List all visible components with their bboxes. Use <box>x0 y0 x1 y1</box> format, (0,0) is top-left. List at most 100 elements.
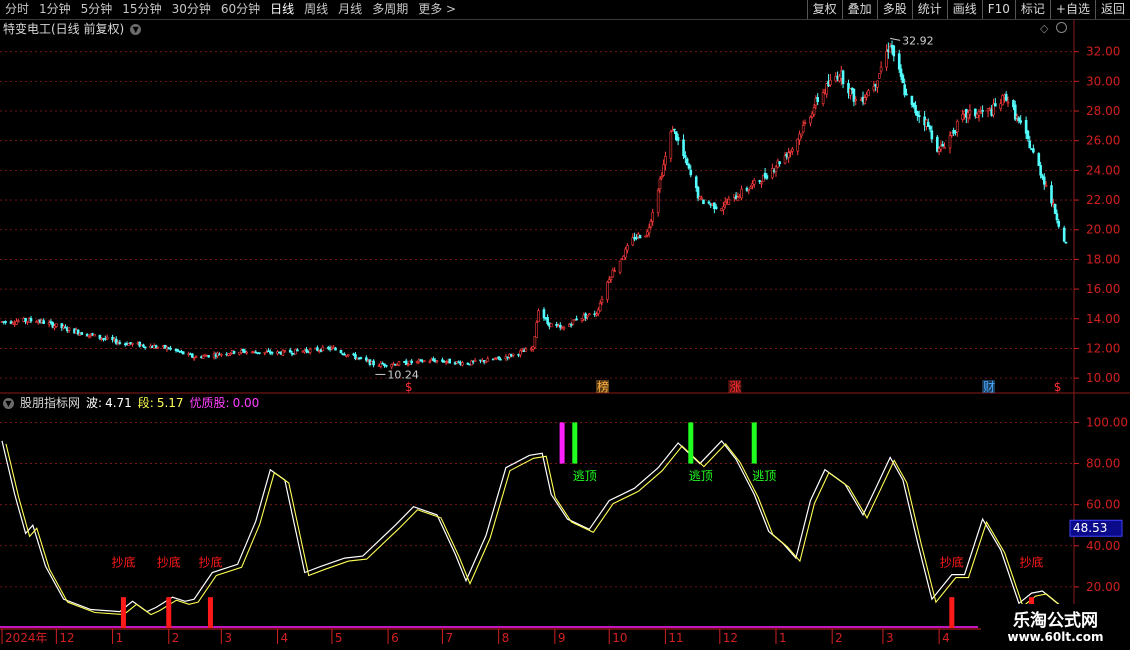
candle-body <box>955 121 959 133</box>
candle-body <box>727 198 731 205</box>
tab-9[interactable]: 多周期 <box>367 0 413 19</box>
candle-body <box>760 182 763 185</box>
tab-10[interactable]: 更多 > <box>413 0 461 19</box>
toolbar-button-4[interactable]: 画线 <box>946 0 982 19</box>
tab-6[interactable]: 日线 <box>265 0 299 19</box>
candle-body <box>660 176 664 179</box>
candle-body <box>533 336 537 348</box>
candle-body <box>575 318 578 321</box>
time-tick-label: 2 <box>835 631 843 645</box>
candle-body <box>943 147 946 149</box>
buy-signal-label: 抄底 <box>157 554 181 569</box>
candle-body <box>618 260 622 273</box>
indicator-tick-label: 60.00 <box>1086 498 1120 512</box>
candle-body <box>191 353 194 358</box>
toolbar-button-3[interactable]: 统计 <box>911 0 947 19</box>
event-marker: 榜 <box>597 379 609 394</box>
candle-body <box>587 313 591 316</box>
candle-body <box>939 145 943 150</box>
candle-body <box>801 125 805 133</box>
candle-body <box>892 45 896 57</box>
price-tick-label: 28.00 <box>1086 104 1120 118</box>
candle-body <box>283 350 287 352</box>
tab-1[interactable]: 1分钟 <box>34 0 76 19</box>
candle-body <box>917 115 921 118</box>
candle-body <box>17 320 20 323</box>
candle-body <box>979 112 983 114</box>
candle-body <box>626 245 629 251</box>
candle-body <box>664 155 667 166</box>
candle-body <box>1004 94 1008 101</box>
indicator-tick-label: 100.00 <box>1086 415 1128 429</box>
sell-signal-label: 逃顶 <box>573 469 597 483</box>
candle-body <box>131 343 134 345</box>
candle-body <box>308 348 312 353</box>
candle-body <box>537 310 540 322</box>
tab-8[interactable]: 月线 <box>333 0 367 19</box>
candle-body <box>346 354 350 356</box>
candle-body <box>722 206 725 211</box>
candle-body <box>613 270 616 272</box>
price-tick-label: 10.00 <box>1086 371 1120 385</box>
candle-body <box>765 175 769 179</box>
candle-body <box>321 346 325 352</box>
toolbar-button-7[interactable]: +自选 <box>1049 0 1095 19</box>
candle-body <box>1044 184 1048 187</box>
tab-7[interactable]: 周线 <box>299 0 333 19</box>
candle-body <box>749 186 752 189</box>
candle-body <box>1019 120 1022 123</box>
time-tick-label: 3 <box>886 631 894 645</box>
candle-body <box>816 96 819 102</box>
tab-3[interactable]: 15分钟 <box>117 0 166 19</box>
buy-signal-bar <box>166 597 172 628</box>
indicator-tick-label: 20.00 <box>1086 580 1120 594</box>
price-tick-label: 26.00 <box>1086 134 1120 148</box>
price-tick-label: 32.00 <box>1086 45 1120 59</box>
candle-body <box>586 315 589 318</box>
candle-body <box>359 357 363 359</box>
candle-body <box>1055 213 1059 221</box>
candle-body <box>600 298 604 303</box>
buy-signal-bar <box>949 597 955 628</box>
candle-body <box>1032 148 1035 153</box>
candle-body <box>644 235 647 238</box>
candle-body <box>435 360 439 362</box>
toolbar-button-2[interactable]: 多股 <box>876 0 912 19</box>
candle-body <box>658 178 662 190</box>
price-tick-label: 16.00 <box>1086 282 1120 296</box>
toolbar-button-1[interactable]: 叠加 <box>841 0 877 19</box>
candle-body <box>740 188 743 199</box>
toolbar-button-0[interactable]: 复权 <box>806 0 842 19</box>
tab-4[interactable]: 30分钟 <box>167 0 216 19</box>
candle-body <box>669 131 673 159</box>
candle-body <box>863 97 867 104</box>
candle-body <box>444 361 448 364</box>
buy-signal-bar <box>207 597 213 628</box>
candle-body <box>1026 130 1030 140</box>
price-tick-label: 30.00 <box>1086 74 1120 88</box>
candle-body <box>867 90 870 97</box>
watermark-url: www.60lt.com <box>1007 630 1104 644</box>
candle-body <box>258 352 261 354</box>
buy-signal-label: 抄底 <box>198 554 222 569</box>
candle-body <box>98 334 102 339</box>
candle-body <box>397 361 401 366</box>
candle-body <box>1028 140 1032 149</box>
candlestick-series: 32.92 10.24 <box>0 34 1068 381</box>
candle-body <box>897 53 901 70</box>
tab-2[interactable]: 5分钟 <box>76 0 118 19</box>
toolbar-button-8[interactable]: 返回 <box>1094 0 1130 19</box>
candle-body <box>1064 241 1068 244</box>
candle-body <box>384 365 388 367</box>
candle-body <box>542 309 546 319</box>
sell-signal-label: 逃顶 <box>689 469 713 483</box>
candle-body <box>4 321 7 323</box>
toolbar-button-5[interactable]: F10 <box>981 0 1015 19</box>
toolbar-button-6[interactable]: 标记 <box>1014 0 1050 19</box>
tab-5[interactable]: 60分钟 <box>216 0 265 19</box>
candle-body <box>42 320 45 324</box>
chart-area[interactable]: 32.9210.24 $ 榜涨财 $ 抄底 抄底 抄底 抄底 抄底逃顶 逃顶 逃顶 10.001… <box>0 20 1130 650</box>
candle-body <box>1037 153 1041 166</box>
candle-body <box>1057 220 1061 227</box>
tab-0[interactable]: 分时 <box>0 0 34 19</box>
